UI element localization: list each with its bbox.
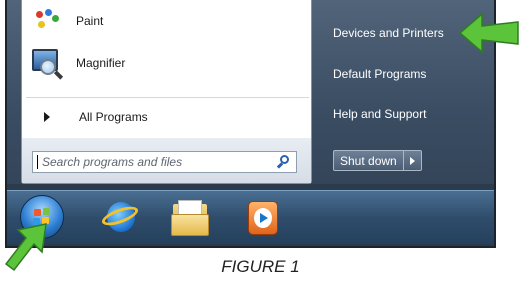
divider — [26, 97, 309, 98]
program-item-paint[interactable]: Paint — [22, 0, 311, 42]
link-default-programs[interactable]: Default Programs — [333, 67, 426, 81]
chevron-right-icon — [44, 112, 50, 122]
start-menu: Paint Magnifier All Programs Search prog… — [7, 0, 494, 184]
windows-media-player-icon[interactable] — [245, 199, 281, 237]
internet-explorer-icon[interactable] — [99, 199, 141, 237]
chevron-right-icon — [409, 156, 415, 165]
paint-icon — [28, 3, 64, 39]
search-icon[interactable] — [274, 152, 296, 172]
search-box[interactable] — [32, 151, 297, 173]
shutdown-options-button[interactable] — [403, 150, 422, 171]
arrow-icon — [458, 12, 519, 54]
program-label: Magnifier — [76, 56, 126, 70]
search-area — [22, 138, 311, 183]
programs-pane: Paint Magnifier All Programs — [21, 0, 312, 184]
program-item-magnifier[interactable]: Magnifier — [22, 42, 311, 84]
windows-explorer-icon[interactable] — [171, 200, 209, 236]
all-programs-label: All Programs — [79, 110, 148, 124]
link-devices-and-printers[interactable]: Devices and Printers — [333, 26, 444, 40]
taskbar — [7, 190, 494, 244]
program-label: Paint — [76, 14, 104, 28]
magnifier-icon — [28, 45, 64, 81]
all-programs-button[interactable]: All Programs — [22, 103, 311, 131]
shutdown-group: Shut down — [333, 150, 422, 171]
shutdown-button[interactable]: Shut down — [333, 150, 404, 171]
link-help-and-support[interactable]: Help and Support — [333, 107, 426, 121]
figure-caption: FIGURE 1 — [221, 257, 300, 276]
search-input[interactable] — [38, 153, 274, 171]
